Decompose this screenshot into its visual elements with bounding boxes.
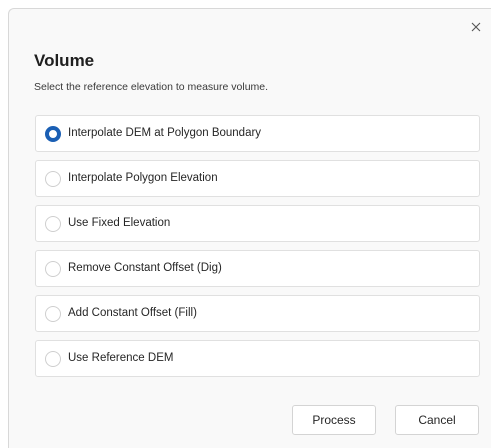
option-remove-constant-offset[interactable]: Remove Constant Offset (Dig) (35, 250, 480, 287)
option-label: Interpolate DEM at Polygon Boundary (68, 127, 262, 139)
reference-elevation-options: Interpolate DEM at Polygon Boundary Inte… (35, 115, 480, 385)
close-icon (471, 22, 481, 32)
dialog-title: Volume (34, 51, 95, 70)
radio-button[interactable] (45, 351, 61, 367)
radio-button-selected[interactable] (45, 126, 61, 142)
option-use-reference-dem[interactable]: Use Reference DEM (35, 340, 480, 377)
option-label: Remove Constant Offset (Dig) (68, 262, 222, 274)
option-label: Add Constant Offset (Fill) (68, 307, 197, 319)
option-label: Use Reference DEM (68, 352, 174, 364)
dialog-subtitle: Select the reference elevation to measur… (34, 81, 269, 93)
radio-button[interactable] (45, 306, 61, 322)
option-interpolate-dem-boundary[interactable]: Interpolate DEM at Polygon Boundary (35, 115, 480, 152)
process-button[interactable]: Process (292, 405, 376, 435)
option-label: Use Fixed Elevation (68, 217, 171, 229)
radio-button[interactable] (45, 216, 61, 232)
option-label: Interpolate Polygon Elevation (68, 172, 218, 184)
option-use-fixed-elevation[interactable]: Use Fixed Elevation (35, 205, 480, 242)
option-interpolate-polygon-elevation[interactable]: Interpolate Polygon Elevation (35, 160, 480, 197)
volume-dialog: Volume Select the reference elevation to… (8, 8, 491, 448)
close-button[interactable] (467, 18, 485, 36)
radio-button[interactable] (45, 261, 61, 277)
option-add-constant-offset[interactable]: Add Constant Offset (Fill) (35, 295, 480, 332)
radio-button[interactable] (45, 171, 61, 187)
cancel-button[interactable]: Cancel (395, 405, 479, 435)
